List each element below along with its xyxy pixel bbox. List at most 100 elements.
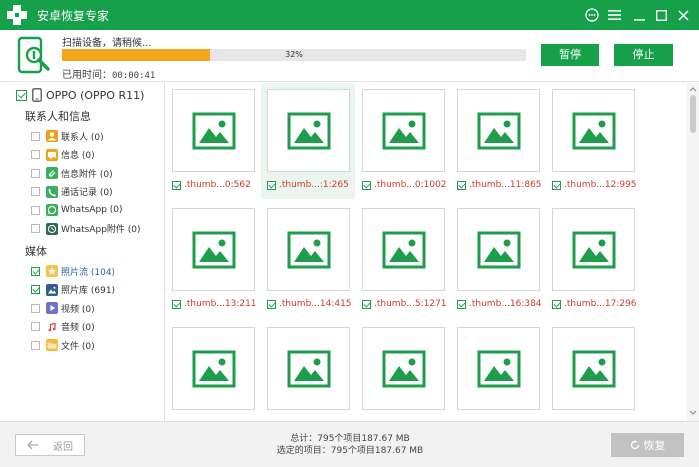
image-placeholder-icon[interactable] bbox=[552, 327, 635, 410]
thumbnail-grid: .thumb...0:562 .thumb...:1:265 .thumb...0:… bbox=[166, 83, 687, 421]
media-item-label: 照片流 (104) bbox=[61, 267, 116, 278]
thumbnail-tile[interactable] bbox=[166, 321, 260, 421]
thumbnail-filename: .thumb...13:211 bbox=[184, 299, 257, 309]
image-placeholder-icon[interactable] bbox=[457, 327, 540, 410]
thumbnail-caption: .thumb...0:1002 bbox=[362, 180, 447, 190]
thumbnail-checkbox[interactable] bbox=[362, 180, 371, 190]
media-item-label: 音频 (0) bbox=[61, 323, 95, 333]
title-bar: 安卓恢复专家 bbox=[0, 0, 699, 30]
thumbnail-filename: .thumb...12:995 bbox=[564, 180, 637, 190]
media-item-checkbox[interactable] bbox=[31, 266, 40, 276]
contacts-section-title: 联系人和信息 bbox=[25, 110, 91, 123]
thumbnail-checkbox[interactable] bbox=[267, 299, 276, 309]
thumbnail-checkbox[interactable] bbox=[552, 299, 561, 309]
scan-panel: 扫描设备，请稍候... 32% 已用时间：00:00:41 暂停 停止 bbox=[0, 30, 699, 82]
contacts-item[interactable]: 信息附件 (0) bbox=[31, 165, 113, 181]
contacts-item-checkbox[interactable] bbox=[31, 168, 40, 178]
thumbnail-checkbox[interactable] bbox=[172, 299, 181, 309]
elapsed-value: 00:00:41 bbox=[112, 71, 156, 81]
thumbnail-checkbox[interactable] bbox=[267, 180, 276, 190]
image-placeholder-icon[interactable] bbox=[457, 89, 540, 172]
image-placeholder-icon[interactable] bbox=[172, 327, 255, 410]
device-name: OPPO (OPPO R11) bbox=[46, 88, 145, 102]
stop-button[interactable]: 停止 bbox=[614, 44, 673, 66]
image-placeholder-icon[interactable] bbox=[267, 327, 350, 410]
image-placeholder-icon[interactable] bbox=[552, 89, 635, 172]
contacts-item[interactable]: 通话记录 (0) bbox=[31, 184, 113, 200]
image-placeholder-icon[interactable] bbox=[172, 89, 255, 172]
contacts-item-checkbox[interactable] bbox=[31, 224, 40, 233]
thumbnail-filename: .thumb...11:865 bbox=[469, 180, 542, 190]
scan-status-text: 扫描设备，请稍候... bbox=[62, 38, 152, 49]
contacts-item-label: 联系人 (0) bbox=[61, 132, 104, 143]
thumbnail-filename: .thumb...0:1002 bbox=[374, 180, 447, 190]
thumbnail-tile[interactable]: .thumb...12:995 bbox=[546, 83, 640, 199]
pause-button[interactable]: 暂停 bbox=[541, 44, 599, 66]
thumbnail-filename: .thumb...:1:265 bbox=[279, 180, 349, 190]
recover-button[interactable]: 恢复 bbox=[611, 433, 684, 457]
contacts-item-label: WhatsApp附件 (0) bbox=[61, 225, 141, 235]
image-placeholder-icon[interactable] bbox=[457, 208, 540, 291]
device-checkbox[interactable] bbox=[16, 89, 27, 101]
maximize-icon[interactable] bbox=[651, 5, 671, 25]
thumbnail-checkbox[interactable] bbox=[172, 180, 181, 190]
thumbnail-tile[interactable]: .thumb...13:211 bbox=[166, 202, 260, 318]
media-item-checkbox[interactable] bbox=[31, 340, 40, 350]
thumbnail-checkbox[interactable] bbox=[362, 299, 371, 309]
scroll-up-icon[interactable] bbox=[687, 85, 699, 93]
contacts-item-checkbox[interactable] bbox=[31, 187, 40, 196]
thumbnail-checkbox[interactable] bbox=[457, 299, 466, 309]
contacts-item[interactable]: 联系人 (0) bbox=[31, 128, 104, 144]
thumbnail-tile[interactable] bbox=[356, 321, 450, 421]
media-item[interactable]: 视频 (0) bbox=[31, 300, 95, 316]
back-button[interactable]: 返回 bbox=[15, 434, 85, 456]
thumbnail-tile[interactable]: .thumb...5:1271 bbox=[356, 202, 450, 318]
thumbnail-checkbox[interactable] bbox=[552, 180, 561, 190]
image-placeholder-icon[interactable] bbox=[267, 208, 350, 291]
thumbnail-tile[interactable] bbox=[261, 321, 355, 421]
minimize-icon[interactable] bbox=[629, 5, 649, 25]
video-icon bbox=[46, 302, 58, 314]
thumbnail-filename: .thumb...16:384 bbox=[469, 299, 542, 309]
contacts-item-checkbox[interactable] bbox=[31, 150, 40, 159]
thumbnail-filename: .thumb...14:415 bbox=[279, 299, 352, 309]
thumbnail-checkbox[interactable] bbox=[457, 180, 466, 190]
thumbnail-caption: .thumb...12:995 bbox=[552, 180, 637, 190]
thumbnail-tile[interactable]: .thumb...16:384 bbox=[451, 202, 545, 318]
grid-scrollbar[interactable] bbox=[687, 83, 699, 421]
menu-icon[interactable] bbox=[604, 5, 624, 25]
media-item-checkbox[interactable] bbox=[31, 322, 40, 331]
thumbnail-tile[interactable]: .thumb...14:415 bbox=[261, 202, 355, 318]
media-item[interactable]: 文件 (0) bbox=[31, 337, 95, 353]
thumbnail-tile[interactable]: .thumb...17:296 bbox=[546, 202, 640, 318]
contacts-item-checkbox[interactable] bbox=[31, 205, 40, 215]
contacts-item[interactable]: WhatsApp附件 (0) bbox=[31, 221, 141, 237]
thumbnail-tile[interactable] bbox=[546, 321, 640, 421]
image-placeholder-icon[interactable] bbox=[552, 208, 635, 291]
image-placeholder-icon[interactable] bbox=[267, 89, 350, 172]
thumbnail-tile[interactable]: .thumb...0:1002 bbox=[356, 83, 450, 199]
scroll-thumb[interactable] bbox=[690, 95, 696, 133]
media-item-checkbox[interactable] bbox=[31, 303, 40, 313]
thumbnail-tile[interactable] bbox=[451, 321, 545, 421]
media-item[interactable]: 照片流 (104) bbox=[31, 263, 115, 279]
media-item[interactable]: 音频 (0) bbox=[31, 319, 95, 335]
thumbnail-tile[interactable]: .thumb...:1:265 bbox=[261, 83, 355, 199]
contacts-item[interactable]: 信息 (0) bbox=[31, 147, 95, 163]
scroll-down-icon[interactable] bbox=[687, 409, 699, 417]
image-placeholder-icon[interactable] bbox=[362, 89, 445, 172]
media-item-checkbox[interactable] bbox=[31, 285, 40, 294]
device-row[interactable]: OPPO (OPPO R11) bbox=[16, 87, 144, 103]
thumbnail-tile[interactable]: .thumb...11:865 bbox=[451, 83, 545, 199]
chat-icon[interactable] bbox=[582, 5, 602, 25]
contacts-item-label: 信息 (0) bbox=[61, 151, 95, 161]
contacts-item-checkbox[interactable] bbox=[31, 131, 40, 141]
image-placeholder-icon[interactable] bbox=[172, 208, 255, 291]
media-item[interactable]: 照片库 (691) bbox=[31, 282, 115, 298]
image-placeholder-icon[interactable] bbox=[362, 208, 445, 291]
thumbnail-tile[interactable]: .thumb...0:562 bbox=[166, 83, 260, 199]
thumbnail-caption: .thumb...13:211 bbox=[172, 299, 257, 309]
image-placeholder-icon[interactable] bbox=[362, 327, 445, 410]
contacts-item[interactable]: WhatsApp (0) bbox=[31, 202, 123, 218]
close-icon[interactable] bbox=[673, 5, 693, 25]
